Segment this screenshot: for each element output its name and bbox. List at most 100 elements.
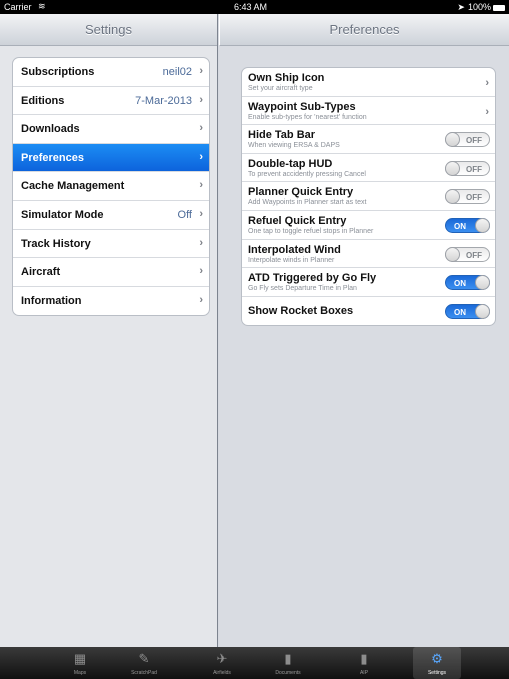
toggle-knob [445,189,460,205]
toggle-knob [475,275,490,291]
pref-planner-quick-entry: Planner Quick Entry Add Waypoints in Plan… [242,182,495,211]
toggle-state-label: ON [454,221,466,231]
pref-title: Interpolated Wind [248,243,341,256]
pref-refuel-quick-entry: Refuel Quick Entry One tap to toggle refu… [242,211,495,240]
settings-item-preferences[interactable]: Preferences › [13,143,209,173]
settings-navbar: Settings [0,14,217,46]
toggle-knob [475,303,490,319]
chevron-right-icon: › [199,293,203,306]
preferences-pane: Preferences Own Ship Icon Set your aircra… [219,14,509,647]
tab-label: Maps [73,670,87,676]
chevron-right-icon: › [199,207,203,220]
settings-item-simulator-mode[interactable]: Simulator Mode Off › [13,201,209,230]
refuel-quick-entry-toggle[interactable]: ON [445,217,490,233]
pref-double-tap-hud: Double-tap HUD To prevent accidently pres… [242,154,495,183]
settings-menu: Subscriptions neil02 › Editions 7-Mar-2013 › D… [12,57,210,317]
tab-maps[interactable]: ▦ Maps [56,647,104,679]
carrier-label: Carrier [4,2,32,12]
hide-tab-bar-toggle[interactable]: OFF [445,132,490,148]
preferences-navbar: Preferences [219,14,509,46]
planner-quick-entry-toggle[interactable]: OFF [445,189,490,205]
pref-title: Refuel Quick Entry [248,214,347,227]
settings-item-label: Aircraft [21,266,61,279]
settings-item-label: Downloads [21,123,80,136]
pref-subtitle: Set your aircraft type [248,85,313,92]
chevron-right-icon: › [199,65,203,77]
document-icon: ▮ [284,651,292,666]
pref-subtitle: When viewing ERSA & DAPS [248,142,340,150]
toggle-state-label: OFF [466,136,482,146]
battery-percent: 100% [467,2,491,12]
tab-label: ScratchPad [131,670,157,676]
settings-title: Settings [85,22,132,37]
pref-own-ship-icon[interactable]: Own Ship Icon Set your aircraft type › [242,68,495,97]
tab-aip[interactable]: ▮ AIP [340,647,388,679]
status-time: 6:43 AM [234,2,268,12]
chevron-right-icon: › [199,179,203,192]
pref-subtitle: Go Fly sets Departure Time in Plan [248,285,357,293]
settings-item-label: Cache Management [21,180,125,193]
settings-item-value: 7-Mar-2013 [135,94,192,107]
status-bar: Carrier ≋ 6:43 AM ➤ 100% [0,0,509,14]
settings-item-label: Subscriptions [21,66,95,78]
settings-item-track-history[interactable]: Track History › [13,230,209,259]
location-arrow-icon: ➤ [457,2,465,12]
pref-subtitle: Add Waypoints in Planner start as text [248,199,367,207]
settings-pane: Settings Subscriptions neil02 › Editions 7-M… [0,14,218,647]
pref-show-rocket-boxes: Show Rocket Boxes ON [242,297,495,326]
settings-item-aircraft[interactable]: Aircraft › [13,258,209,287]
toggle-knob [445,160,460,176]
settings-item-information[interactable]: Information › [13,287,209,316]
interpolated-wind-toggle[interactable]: OFF [445,246,490,262]
battery-indicator: ➤ 100% [457,2,505,13]
chevron-right-icon: › [485,77,489,89]
chevron-right-icon: › [199,265,203,278]
wifi-icon: ≋ [38,1,46,11]
settings-item-label: Simulator Mode [21,208,104,221]
settings-item-label: Preferences [21,151,84,164]
toggle-knob [475,217,490,233]
toggle-state-label: OFF [466,164,482,174]
scratchpad-icon: ✎ [138,651,150,666]
settings-item-subscriptions[interactable]: Subscriptions neil02 › [13,58,209,87]
double-tap-hud-toggle[interactable]: OFF [445,160,490,176]
toggle-state-label: ON [454,307,466,317]
tab-documents[interactable]: ▮ Documents [264,647,312,679]
atd-triggered-by-go-fly-toggle[interactable]: ON [445,275,490,291]
airplane-icon: ✈ [216,651,228,666]
pref-subtitle: One tap to toggle refuel stops in Planne… [248,227,374,235]
chevron-right-icon: › [199,150,203,163]
preferences-list: Own Ship Icon Set your aircraft type › Wayp… [241,67,496,327]
toggle-state-label: ON [454,279,466,289]
pref-title: Show Rocket Boxes [248,304,354,317]
chevron-right-icon: › [199,236,203,249]
chevron-right-icon: › [199,122,203,135]
tab-label: Documents [275,670,301,676]
toggle-knob [445,246,460,262]
battery-icon [493,4,505,11]
settings-item-cache-management[interactable]: Cache Management › [13,172,209,201]
show-rocket-boxes-toggle[interactable]: ON [445,303,490,319]
tab-scratchpad[interactable]: ✎ ScratchPad [120,647,168,679]
book-icon: ▮ [360,651,368,666]
settings-item-downloads[interactable]: Downloads › [13,115,209,144]
pref-hide-tab-bar: Hide Tab Bar When viewing ERSA & DAPS OFF [242,125,495,154]
tab-airfields[interactable]: ✈ Airfields [198,647,246,679]
pref-waypoint-sub-types[interactable]: Waypoint Sub-Types Enable sub-types for '… [242,97,495,126]
tab-label: Settings [427,670,447,676]
settings-item-editions[interactable]: Editions 7-Mar-2013 › [13,87,209,116]
toggle-knob [445,132,460,148]
settings-item-value: neil02 [162,66,192,78]
tab-settings[interactable]: ⚙ Settings [413,647,461,679]
pref-title: Waypoint Sub-Types [248,100,356,113]
preferences-title: Preferences [329,22,400,37]
pref-title: Double-tap HUD [248,157,333,170]
tab-bar: ▦ Maps ✎ ScratchPad ✈ Airfields ▮ Documents ▮ AIP… [0,647,509,679]
gear-icon: ⚙ [431,651,443,666]
toggle-state-label: OFF [466,250,482,260]
chevron-right-icon: › [199,93,203,106]
pref-title: Planner Quick Entry [248,186,354,199]
chevron-right-icon: › [485,105,489,118]
tab-label: AIP [359,670,369,676]
pref-subtitle: Interpolate winds in Planner [248,256,335,264]
